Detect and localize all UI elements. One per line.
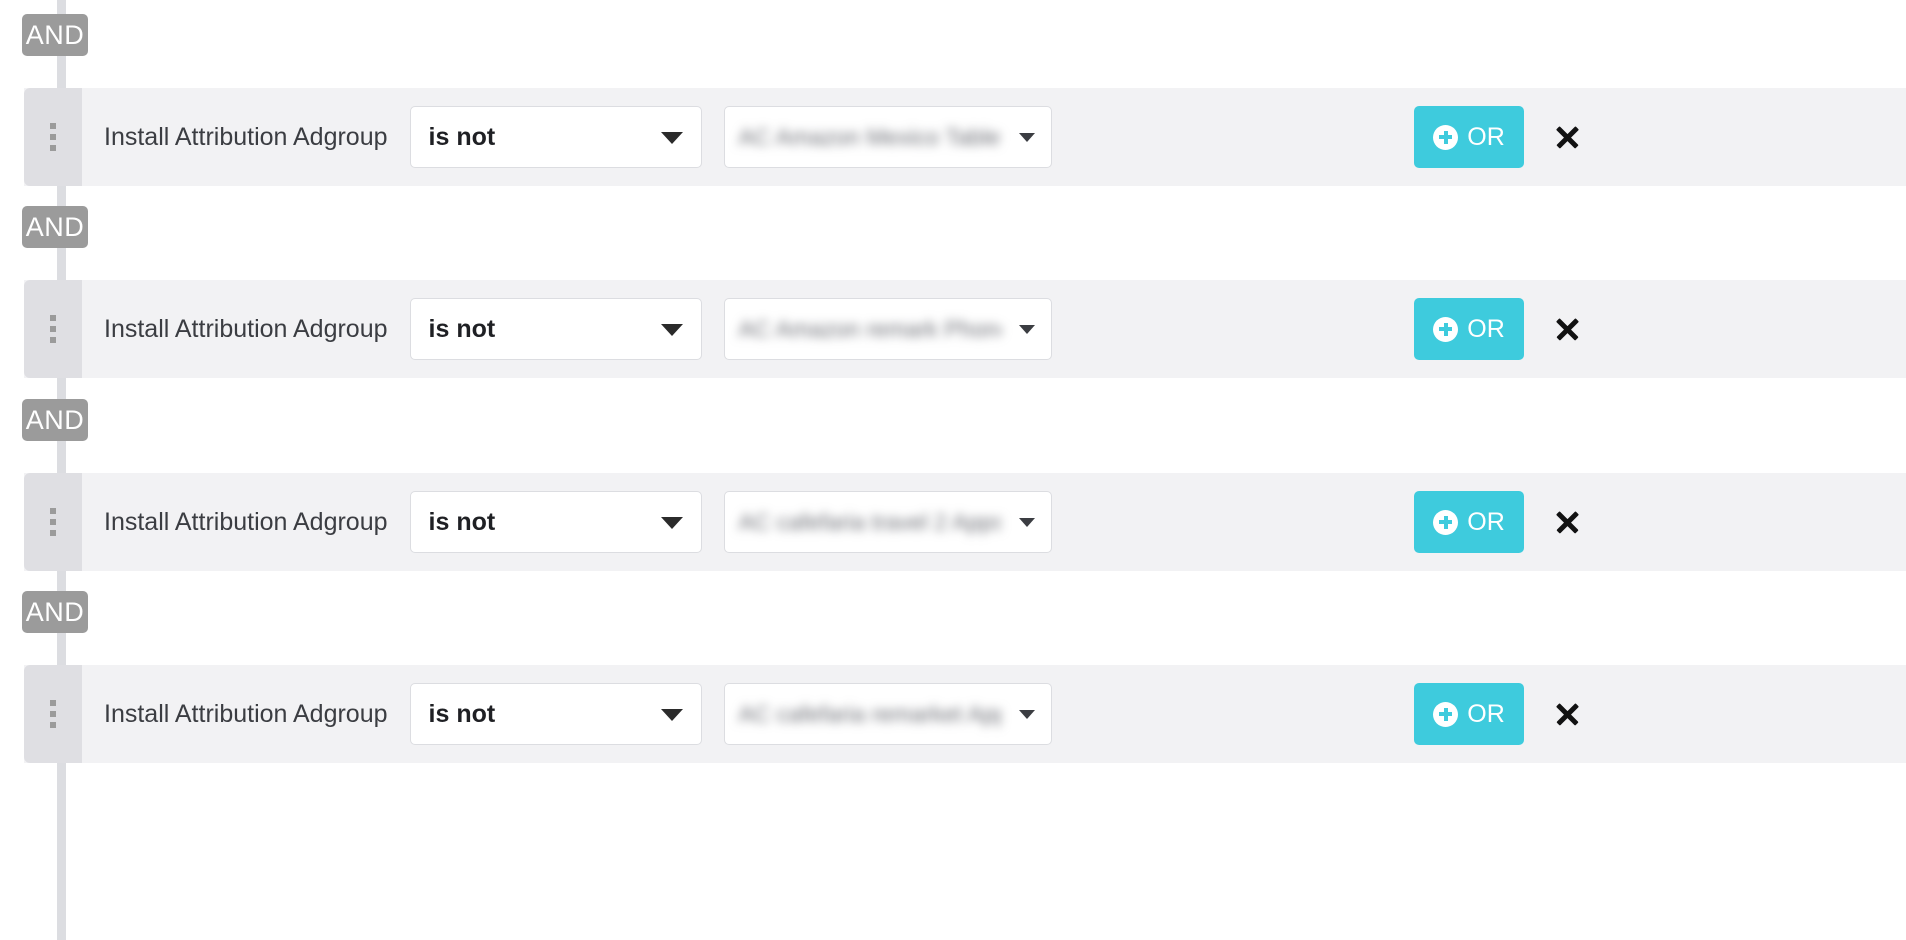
add-or-condition-button[interactable]: OR [1414,491,1524,553]
chevron-down-icon [660,132,683,144]
and-operator-badge[interactable]: AND [22,14,88,56]
operator-dropdown[interactable]: is not [409,298,702,360]
plus-circle-icon [1433,509,1459,535]
remove-condition-button[interactable] [1540,491,1594,553]
or-button-label: OR [1467,314,1505,343]
drag-dot [50,315,56,321]
remove-condition-button[interactable] [1540,298,1594,360]
value-dropdown[interactable]: AC cafefaria remarket Apps [723,683,1052,745]
operator-value: is not [428,314,496,343]
add-or-condition-button[interactable]: OR [1414,106,1524,168]
plus-circle-icon [1433,701,1459,727]
chevron-down-icon [1018,710,1035,719]
value-dropdown[interactable]: AC Amazon Mexico Tablet [723,106,1052,168]
condition-row: Install Attribution Adgroup is not AC Am… [24,88,1906,186]
and-operator-badge[interactable]: AND [22,591,88,633]
chevron-down-icon [1018,518,1035,527]
chevron-down-icon [1018,133,1035,142]
add-or-condition-button[interactable]: OR [1414,683,1524,745]
or-button-label: OR [1467,507,1505,536]
condition-row: Install Attribution Adgroup is not AC ca… [24,665,1906,763]
operator-value: is not [428,122,496,151]
operator-dropdown[interactable]: is not [409,106,702,168]
operator-value: is not [428,507,496,536]
filter-builder: AND Install Attribution Adgroup is not A… [0,0,1906,940]
drag-dot [50,134,56,140]
plus-circle-icon [1433,316,1459,342]
condition-row: Install Attribution Adgroup is not AC Am… [24,280,1906,378]
condition-field-label: Install Attribution Adgroup [104,122,388,151]
operator-value: is not [428,699,496,728]
or-button-label: OR [1467,699,1505,728]
operator-dropdown[interactable]: is not [409,683,702,745]
value-dropdown[interactable]: AC Amazon remark Phone [723,298,1052,360]
drag-dot [50,519,56,525]
drag-handle[interactable] [24,280,82,378]
drag-dot [50,722,56,728]
and-operator-badge[interactable]: AND [22,206,88,248]
or-button-label: OR [1467,122,1505,151]
remove-condition-button[interactable] [1540,106,1594,168]
chevron-down-icon [660,517,683,529]
chevron-down-icon [660,324,683,336]
chevron-down-icon [1018,325,1035,334]
add-or-condition-button[interactable]: OR [1414,298,1524,360]
value-selected: AC Amazon remark Phone [738,315,1001,342]
condition-field-label: Install Attribution Adgroup [104,314,388,343]
and-operator-badge[interactable]: AND [22,399,88,441]
chevron-down-icon [660,709,683,721]
drag-dot [50,508,56,514]
operator-dropdown[interactable]: is not [409,491,702,553]
drag-handle[interactable] [24,665,82,763]
drag-dot [50,123,56,129]
drag-dot [50,145,56,151]
condition-row: Install Attribution Adgroup is not AC ca… [24,473,1906,571]
value-dropdown[interactable]: AC cafefaria travel 2 Apps [723,491,1052,553]
drag-dot [50,326,56,332]
drag-handle[interactable] [24,88,82,186]
drag-dot [50,700,56,706]
condition-field-label: Install Attribution Adgroup [104,699,388,728]
drag-dot [50,530,56,536]
remove-condition-button[interactable] [1540,683,1594,745]
value-selected: AC Amazon Mexico Tablet [738,123,1001,150]
drag-dot [50,711,56,717]
plus-circle-icon [1433,124,1459,150]
value-selected: AC cafefaria travel 2 Apps [738,508,1001,535]
drag-handle[interactable] [24,473,82,571]
value-selected: AC cafefaria remarket Apps [738,700,1001,727]
drag-dot [50,337,56,343]
condition-field-label: Install Attribution Adgroup [104,507,388,536]
